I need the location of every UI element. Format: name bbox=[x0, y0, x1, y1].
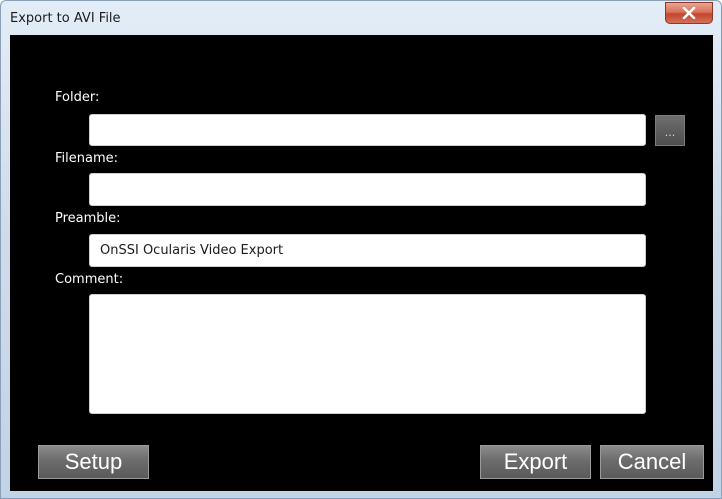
filename-input[interactable] bbox=[89, 173, 646, 206]
window-title: Export to AVI File bbox=[10, 11, 121, 26]
export-avi-dialog: Export to AVI File Folder: ... Filename:… bbox=[0, 0, 722, 499]
preamble-label: Preamble: bbox=[55, 211, 121, 226]
cancel-button[interactable]: Cancel bbox=[600, 445, 704, 479]
close-icon bbox=[682, 7, 696, 19]
title-bar[interactable]: Export to AVI File bbox=[1, 1, 721, 35]
preamble-input[interactable] bbox=[89, 234, 646, 267]
browse-folder-button[interactable]: ... bbox=[655, 115, 685, 146]
filename-label: Filename: bbox=[55, 151, 119, 166]
setup-button[interactable]: Setup bbox=[38, 445, 149, 479]
close-button[interactable] bbox=[665, 2, 713, 24]
export-button[interactable]: Export bbox=[480, 445, 591, 479]
folder-label: Folder: bbox=[55, 90, 100, 105]
comment-textarea[interactable] bbox=[89, 294, 646, 414]
dialog-content: Folder: ... Filename: Preamble: Comment:… bbox=[10, 35, 713, 491]
folder-input[interactable] bbox=[89, 114, 646, 146]
comment-label: Comment: bbox=[55, 272, 124, 287]
